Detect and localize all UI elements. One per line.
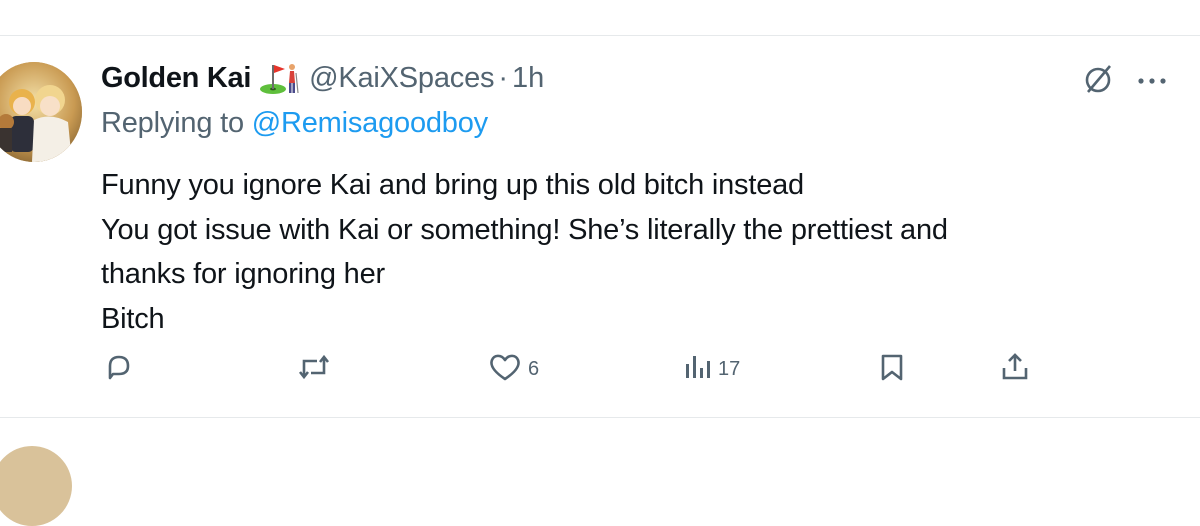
views-count: 17 <box>718 358 741 380</box>
handle[interactable]: @KaiXSpaces <box>309 62 494 95</box>
reply-button[interactable] <box>104 352 134 387</box>
tweet-header: Golden Kai @KaiXSpaces · 1h <box>101 58 544 98</box>
prev-bookmark-icon[interactable] <box>890 0 916 14</box>
tweet-line: thanks for ignoring her <box>101 258 385 290</box>
grok-icon[interactable] <box>1082 62 1116 101</box>
timestamp[interactable]: 1h <box>512 62 544 95</box>
bookmark-icon <box>878 352 906 387</box>
golf-emoji-icon <box>259 61 299 95</box>
tweet-top-icons <box>1082 62 1166 101</box>
prev-reply-icon[interactable] <box>108 0 134 14</box>
views-icon <box>684 352 712 387</box>
separator-dot: · <box>498 61 508 94</box>
heart-icon <box>488 352 522 387</box>
views-button[interactable]: 17 <box>684 352 740 387</box>
more-icon[interactable] <box>1138 73 1166 91</box>
bookmark-button[interactable] <box>878 352 906 387</box>
retweet-button[interactable] <box>298 352 330 387</box>
tweet-line: You got issue with Kai or something! She… <box>101 213 948 246</box>
replying-prefix: Replying to <box>101 107 252 139</box>
display-name[interactable]: Golden Kai <box>101 62 251 95</box>
next-avatar[interactable] <box>0 446 72 526</box>
prev-share-icon[interactable] <box>1008 0 1034 14</box>
previous-tweet-actions <box>0 0 1200 12</box>
tweet-text: Funny you ignore Kai and bring up this o… <box>101 163 1161 341</box>
divider-bottom <box>0 417 1200 418</box>
replying-to-link[interactable]: @Remisagoodboy <box>252 107 488 139</box>
retweet-icon <box>298 352 330 387</box>
reply-icon <box>104 352 134 387</box>
share-button[interactable] <box>1000 352 1030 387</box>
prev-views-icon[interactable] <box>686 0 712 14</box>
tweet-line: Funny you ignore Kai and bring up this o… <box>101 169 804 201</box>
tweet-line: Bitch <box>101 302 165 335</box>
avatar[interactable] <box>0 62 82 162</box>
replying-to: Replying to @Remisagoodboy <box>101 107 488 140</box>
like-count: 6 <box>528 358 540 380</box>
avatar-image <box>0 62 82 162</box>
share-icon <box>1000 352 1030 387</box>
divider-top <box>0 35 1200 36</box>
like-button[interactable]: 6 <box>488 352 539 387</box>
next-tweet <box>0 444 1200 526</box>
